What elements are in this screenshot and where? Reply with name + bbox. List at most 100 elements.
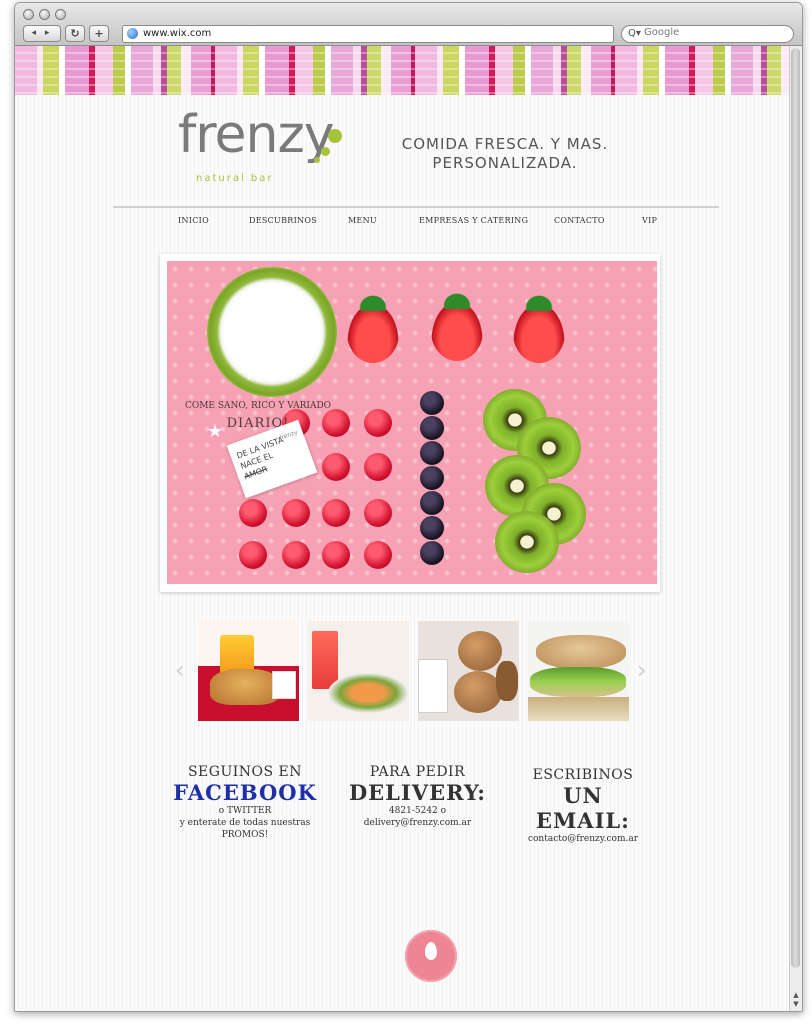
email-column: ESCRIBINOS UN EMAIL: contacto@frenzy.com… bbox=[513, 767, 653, 845]
raspberry bbox=[282, 541, 310, 569]
facebook-heading: SEGUINOS EN bbox=[187, 764, 303, 780]
browser-window: ◂ ▸ ↻ + www.wix.com Q▾ frenzy natural ba… bbox=[14, 2, 803, 1012]
browser-nav-buttons: ◂ ▸ ↻ + bbox=[23, 25, 109, 42]
logo-dot-medium bbox=[321, 147, 330, 156]
raspberry bbox=[239, 541, 267, 569]
raspberry bbox=[364, 409, 392, 437]
cup bbox=[272, 671, 296, 699]
logo-word: frenzy bbox=[178, 105, 335, 165]
email-heading: ESCRIBINOS bbox=[532, 767, 634, 783]
menu-item-empresas-catering[interactable]: EMPRESAS Y CATERING bbox=[419, 216, 528, 225]
raspberry bbox=[364, 541, 392, 569]
raspberry bbox=[364, 453, 392, 481]
main-menu: INICIO DESCUBRINOS MENU EMPRESAS Y CATER… bbox=[178, 216, 668, 232]
zoom-window-button[interactable] bbox=[55, 9, 66, 20]
raspberry bbox=[322, 453, 350, 481]
promo-text: y enterate de todas nuestras bbox=[179, 818, 311, 828]
search-input[interactable] bbox=[644, 27, 784, 38]
star-icon: ★ bbox=[243, 361, 263, 386]
search-icon: Q▾ bbox=[628, 28, 641, 39]
menu-item-vip[interactable]: VIP bbox=[642, 216, 657, 225]
tagline-line1: COMIDA FRESCA. Y MAS. bbox=[401, 135, 609, 153]
sandwich-base bbox=[528, 697, 629, 721]
header-divider bbox=[113, 206, 719, 208]
hero-frame: ★ ★ ★ COME SANO, RICO Y VARIADO DIARIO! … bbox=[160, 254, 660, 592]
window-controls bbox=[23, 9, 66, 20]
logo-subtitle: natural bar bbox=[196, 173, 274, 184]
photo-carousel bbox=[198, 621, 629, 721]
twitter-text: o TWITTER bbox=[218, 806, 272, 816]
raspberry bbox=[322, 541, 350, 569]
frenzy-logo[interactable]: frenzy natural bar bbox=[178, 105, 348, 191]
blackberry bbox=[420, 541, 444, 565]
vertical-scrollbar[interactable]: ▲ ▼ bbox=[789, 46, 802, 1011]
red-drink bbox=[312, 631, 338, 689]
delivery-email-link[interactable]: delivery@frenzy.com.ar bbox=[335, 817, 500, 829]
logo-dot-small bbox=[314, 157, 320, 163]
menu-item-contacto[interactable]: CONTACTO bbox=[554, 216, 605, 225]
raspberry bbox=[282, 499, 310, 527]
scroll-arrows-icon[interactable]: ▲ ▼ bbox=[790, 991, 802, 1009]
blackberry bbox=[420, 516, 444, 540]
sandwich-filling bbox=[530, 667, 626, 697]
carousel-prev-arrow[interactable]: ‹ bbox=[175, 656, 185, 684]
hero-image: ★ ★ ★ COME SANO, RICO Y VARIADO DIARIO! … bbox=[167, 261, 657, 584]
menu-item-inicio[interactable]: INICIO bbox=[178, 216, 209, 225]
strawberry bbox=[513, 293, 565, 363]
blackberry bbox=[420, 466, 444, 490]
blackberry bbox=[420, 416, 444, 440]
croissant bbox=[210, 669, 280, 705]
muffin bbox=[458, 631, 502, 671]
address-bar[interactable]: www.wix.com bbox=[122, 25, 614, 43]
close-window-button[interactable] bbox=[23, 9, 34, 20]
tagline: COMIDA FRESCA. Y MAS. PERSONALIZADA. bbox=[395, 135, 615, 173]
carousel-thumb-juice-croissant[interactable] bbox=[198, 621, 299, 721]
muffin bbox=[454, 671, 502, 713]
yogurt-bowl bbox=[207, 267, 337, 397]
hero-slogan-line1: COME SANO, RICO Y VARIADO bbox=[184, 401, 332, 411]
contact-email-link[interactable]: contacto@frenzy.com.ar bbox=[513, 833, 653, 845]
email-title: UN EMAIL: bbox=[536, 783, 630, 833]
frenzy-drop-icon[interactable] bbox=[405, 930, 457, 982]
blackberry bbox=[420, 491, 444, 515]
striped-banner bbox=[15, 46, 790, 95]
facebook-column: SEGUINOS EN FACEBOOK o TWITTER y enterat… bbox=[165, 764, 325, 841]
hero-slogan-line2: DIARIO! bbox=[226, 416, 290, 431]
blackberry bbox=[420, 391, 444, 415]
delivery-column: PARA PEDIR DELIVERY: 4821-5242 o deliver… bbox=[335, 764, 500, 829]
strawberry bbox=[347, 293, 399, 363]
muffin bbox=[496, 661, 518, 701]
globe-icon bbox=[127, 28, 138, 39]
carousel-next-arrow[interactable]: › bbox=[637, 656, 647, 684]
raspberry bbox=[364, 499, 392, 527]
carousel-thumb-muffins-berries[interactable] bbox=[418, 621, 519, 721]
delivery-phone: 4821-5242 o bbox=[388, 806, 447, 816]
search-box[interactable]: Q▾ bbox=[621, 25, 794, 43]
raspberry bbox=[322, 499, 350, 527]
facebook-link[interactable]: FACEBOOK bbox=[165, 780, 325, 805]
milk-carton bbox=[418, 659, 448, 713]
carousel-thumb-salad-drink[interactable] bbox=[308, 621, 409, 721]
menu-item-descubrinos[interactable]: DESCUBRINOS bbox=[249, 216, 317, 225]
carousel-thumb-sandwich[interactable] bbox=[528, 621, 629, 721]
kiwi-slice bbox=[495, 511, 559, 573]
page-viewport: frenzy natural bar COMIDA FRESCA. Y MAS.… bbox=[15, 46, 790, 1011]
add-bookmark-button[interactable]: + bbox=[89, 25, 109, 42]
scrollbar-thumb[interactable] bbox=[791, 48, 800, 968]
logo-dot-large bbox=[328, 129, 342, 143]
url-text: www.wix.com bbox=[143, 28, 212, 39]
sandwich-top bbox=[536, 635, 626, 669]
delivery-title: DELIVERY: bbox=[348, 780, 487, 805]
delivery-heading: PARA PEDIR bbox=[369, 764, 466, 780]
salad-plate bbox=[328, 673, 408, 713]
browser-titlebar: ◂ ▸ ↻ + www.wix.com Q▾ bbox=[15, 3, 802, 46]
minimize-window-button[interactable] bbox=[39, 9, 50, 20]
blackberry bbox=[420, 441, 444, 465]
reload-button[interactable]: ↻ bbox=[65, 25, 85, 42]
raspberry bbox=[239, 499, 267, 527]
promo-text-2: PROMOS! bbox=[221, 830, 269, 840]
strawberry bbox=[431, 291, 483, 361]
tagline-line2: PERSONALIZADA. bbox=[432, 154, 578, 172]
back-forward-button[interactable]: ◂ ▸ bbox=[23, 25, 61, 42]
menu-item-menu[interactable]: MENU bbox=[348, 216, 377, 225]
